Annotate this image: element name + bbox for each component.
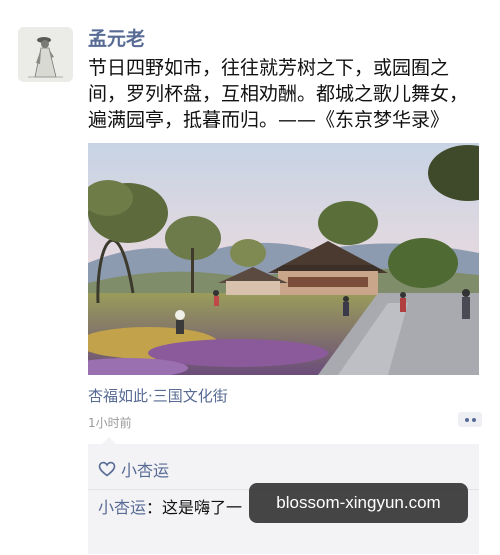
comment-separator: ： — [146, 498, 163, 517]
likes-row: 小杏运 — [98, 458, 169, 480]
post-image[interactable] — [88, 143, 479, 375]
comment-author[interactable]: 小杏运 — [98, 498, 146, 517]
comment-panel-arrow — [102, 437, 116, 444]
heart-outline-icon — [98, 461, 116, 477]
author-name[interactable]: 孟元老 — [88, 24, 145, 51]
post-time: 1小时前 — [88, 416, 132, 430]
comment-item[interactable]: 小杏运：这是嗨了一 — [98, 496, 242, 520]
more-actions-button[interactable] — [458, 412, 482, 427]
avatar[interactable] — [18, 27, 73, 82]
like-name[interactable]: 小杏运 — [121, 457, 169, 481]
watermark: blossom-xingyun.com — [249, 483, 468, 523]
location-link[interactable]: 杏福如此·三国文化街 — [88, 385, 228, 406]
more-dot-icon — [471, 417, 476, 422]
post-text: 节日四野如市，往往就芳树之下，或园囿之间，罗列杯盘，互相劝酬。都城之歌儿舞女，遍… — [88, 57, 469, 131]
comment-text: 这是嗨了一 — [162, 498, 243, 517]
avatar-image — [18, 27, 73, 82]
more-dot-icon — [464, 417, 469, 422]
landscape-illustration — [88, 143, 479, 375]
